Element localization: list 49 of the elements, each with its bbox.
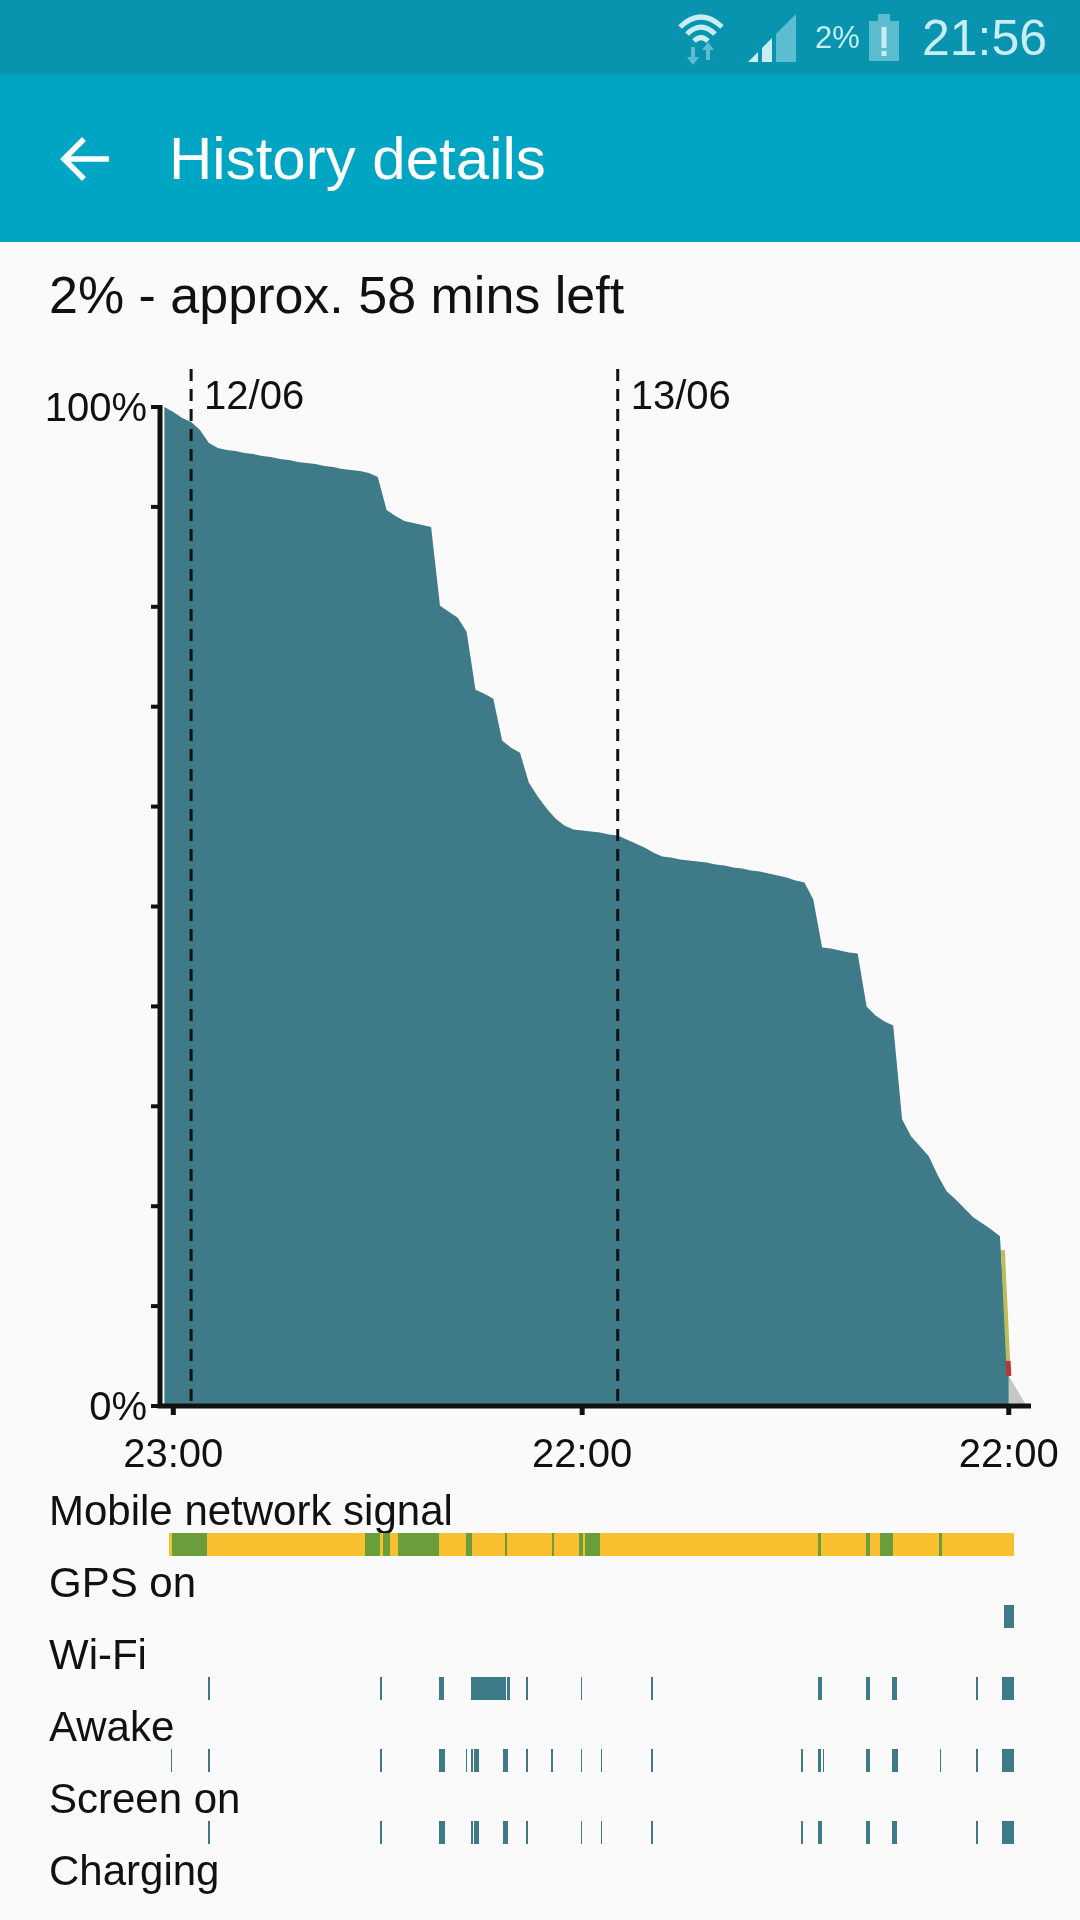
signal-segment <box>365 1533 380 1556</box>
y-axis-label: 100% <box>44 385 147 429</box>
timeline-label: Mobile network signal <box>49 1489 453 1533</box>
screen-title: History details <box>169 123 546 194</box>
awake-segment <box>892 1749 898 1772</box>
signal-segment <box>880 1533 893 1556</box>
y-axis-label: 0% <box>89 1384 147 1428</box>
timeline-label: Charging <box>49 1849 220 1893</box>
clock-time: 21:56 <box>921 9 1047 66</box>
wifi-segment <box>439 1677 444 1700</box>
awake-segment <box>503 1749 508 1772</box>
signal-segment <box>939 1533 942 1556</box>
date-label: 13/06 <box>630 373 731 417</box>
screen-on-segment <box>892 1821 897 1844</box>
signal-segment <box>585 1533 600 1556</box>
battery-percent: 2% <box>815 20 860 55</box>
wifi-segment <box>866 1677 870 1700</box>
signal-icon <box>748 13 797 62</box>
timeline-label: Wi-Fi <box>49 1633 147 1677</box>
timeline-label: GPS on <box>49 1561 197 1605</box>
signal-segment <box>818 1533 821 1556</box>
screen-on-segment <box>439 1821 445 1844</box>
gps-segment <box>1004 1605 1014 1628</box>
signal-segment <box>466 1533 472 1556</box>
signal-segment <box>172 1533 207 1556</box>
battery-alert-icon <box>868 14 899 61</box>
screen-on-segment <box>866 1821 870 1844</box>
awake-segment <box>866 1749 870 1772</box>
x-axis-label: 22:00 <box>532 1431 633 1475</box>
signal-segment <box>398 1533 439 1556</box>
awake-segment <box>439 1749 445 1772</box>
back-arrow-icon <box>59 135 110 182</box>
screen-on-segment <box>503 1821 508 1844</box>
timeline-label: Awake <box>49 1705 175 1749</box>
x-axis-label: 22:00 <box>958 1431 1059 1475</box>
screen-on-segment <box>1002 1821 1014 1844</box>
signal-segment <box>866 1533 870 1556</box>
signal-segment <box>383 1533 390 1556</box>
signal-segment <box>579 1533 583 1556</box>
awake-segment <box>1002 1749 1014 1772</box>
wifi-segment <box>892 1677 897 1700</box>
battery-summary: 2% - approx. 58 mins left <box>49 265 625 326</box>
wifi-segment <box>818 1677 822 1700</box>
x-axis-label: 23:00 <box>123 1431 224 1475</box>
timeline-label: Screen on <box>49 1777 241 1821</box>
date-label: 12/06 <box>204 373 305 417</box>
wifi-segment <box>1002 1677 1014 1700</box>
back-button[interactable] <box>59 135 110 182</box>
screen-on-segment <box>818 1821 822 1844</box>
